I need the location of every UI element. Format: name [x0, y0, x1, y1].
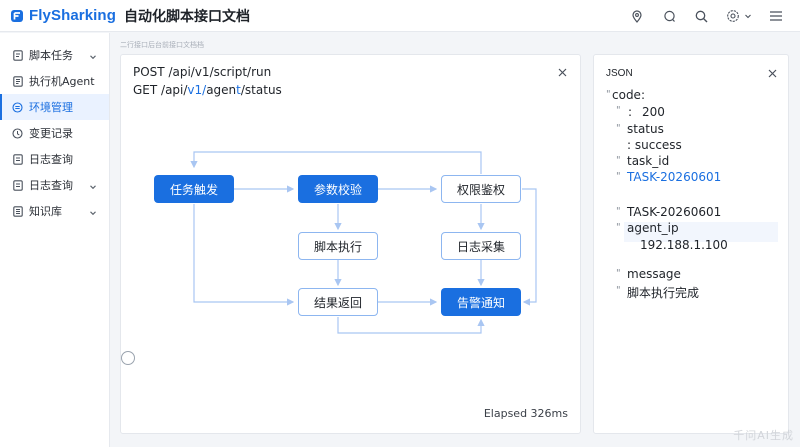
script-icon [12, 49, 23, 61]
sidebar-item-agent[interactable]: 执行机Agent [0, 68, 109, 94]
json-key-task-id: task_id [627, 154, 670, 168]
json-value-message: 脚本执行完成 [627, 286, 700, 300]
sidebar-item-label: 日志查询 [29, 153, 73, 166]
json-panel-title: JSON [606, 68, 633, 79]
flow-node-auth[interactable]: 权限鉴权 [441, 175, 521, 203]
flow-panel: POST /api/v1/script/run GET /api/v1/agen… [120, 54, 581, 434]
sidebar-item-label: 环境管理 [29, 101, 73, 114]
agent-icon [12, 75, 23, 87]
page-title: 自动化脚本接口文档 [123, 8, 250, 25]
app-header: FlySharking 自动化脚本接口文档 [0, 0, 800, 32]
flow-node-script-exec[interactable]: 脚本执行 [298, 232, 378, 260]
json-panel: JSON " code: " : 200 " status : success … [593, 54, 789, 434]
record-icon [12, 127, 23, 139]
breadcrumb: 二行接口后台前接口文档档 [120, 41, 204, 49]
json-key-agent-ip: agent_ip [627, 221, 679, 235]
sidebar-item-change-log[interactable]: 变更记录 [0, 120, 109, 146]
sidebar-item-label: 知识库 [29, 205, 62, 218]
quote-mark: " [616, 206, 621, 217]
logo-icon [10, 9, 24, 23]
sidebar-item-label: 脚本任务 [29, 49, 73, 62]
json-value-task-id-2: TASK-20260601 [627, 205, 722, 219]
search-icon[interactable] [693, 8, 709, 24]
sidebar-item-log-query-2[interactable]: 日志查询 [0, 172, 109, 198]
env-icon [12, 101, 23, 113]
quote-mark: " [616, 268, 621, 279]
sidebar-item-script-tasks[interactable]: 脚本任务 [0, 42, 109, 68]
json-colon: : [628, 105, 633, 119]
sidebar-item-label: 执行机Agent [29, 75, 95, 88]
flow-node-task-trigger[interactable]: 任务触发 [154, 175, 234, 203]
elapsed-time: Elapsed 326ms [483, 407, 568, 420]
json-value-code: 200 [642, 105, 665, 119]
sidebar: 脚本任务 执行机Agent 环境管理 变更记录 日志查询 日志查询 知识库 [0, 33, 110, 447]
quote-mark: " [616, 105, 621, 116]
location-icon[interactable] [629, 8, 645, 24]
sidebar-item-label: 变更记录 [29, 127, 73, 140]
json-value-task-id: TASK-20260601 [627, 170, 722, 184]
edge-bottom-loop [337, 317, 485, 334]
chat-icon[interactable] [661, 8, 677, 24]
settings-icon[interactable] [725, 8, 741, 24]
flow-node-alert-notify[interactable]: 告警通知 [441, 288, 521, 316]
sidebar-item-log-query[interactable]: 日志查询 [0, 146, 109, 172]
chevron-down-icon [89, 207, 97, 216]
json-key-status: status [627, 122, 664, 136]
brand-name: FlySharking [29, 7, 116, 24]
sidebar-item-knowledge-base[interactable]: 知识库 [0, 198, 109, 224]
menu-icon[interactable] [768, 8, 784, 24]
edge-trigger-result [193, 204, 295, 306]
chevron-down-icon [89, 51, 97, 60]
chevron-down-icon[interactable] [744, 8, 752, 24]
loading-spinner-icon [121, 351, 135, 365]
flow-node-result-return[interactable]: 结果返回 [298, 288, 378, 316]
json-key-message: message [627, 267, 681, 281]
json-value-status: : success [627, 138, 682, 152]
sidebar-item-env-management[interactable]: 环境管理 [0, 94, 109, 120]
log-icon [12, 179, 23, 191]
json-value-agent-ip: 192.188.1.100 [640, 238, 728, 252]
close-icon[interactable] [766, 67, 778, 79]
json-key-code: code: [612, 88, 645, 102]
quote-mark: " [616, 171, 621, 182]
quote-mark: " [616, 285, 621, 296]
sidebar-item-label: 日志查询 [29, 179, 73, 192]
watermark: 千问AI生成 [733, 429, 794, 442]
edge-loop-top [190, 151, 482, 174]
quote-mark: " [616, 222, 621, 233]
edge-auth-right [522, 188, 537, 306]
chevron-down-icon [89, 181, 97, 190]
flow-node-log-collect[interactable]: 日志采集 [441, 232, 521, 260]
log-icon [12, 153, 23, 165]
quote-mark: " [616, 155, 621, 166]
flow-node-param-validate[interactable]: 参数校验 [298, 175, 378, 203]
book-icon [12, 205, 23, 217]
quote-mark: " [616, 123, 621, 134]
logo[interactable]: FlySharking 自动化脚本接口文档 [10, 6, 250, 26]
quote-mark: " [606, 89, 611, 100]
